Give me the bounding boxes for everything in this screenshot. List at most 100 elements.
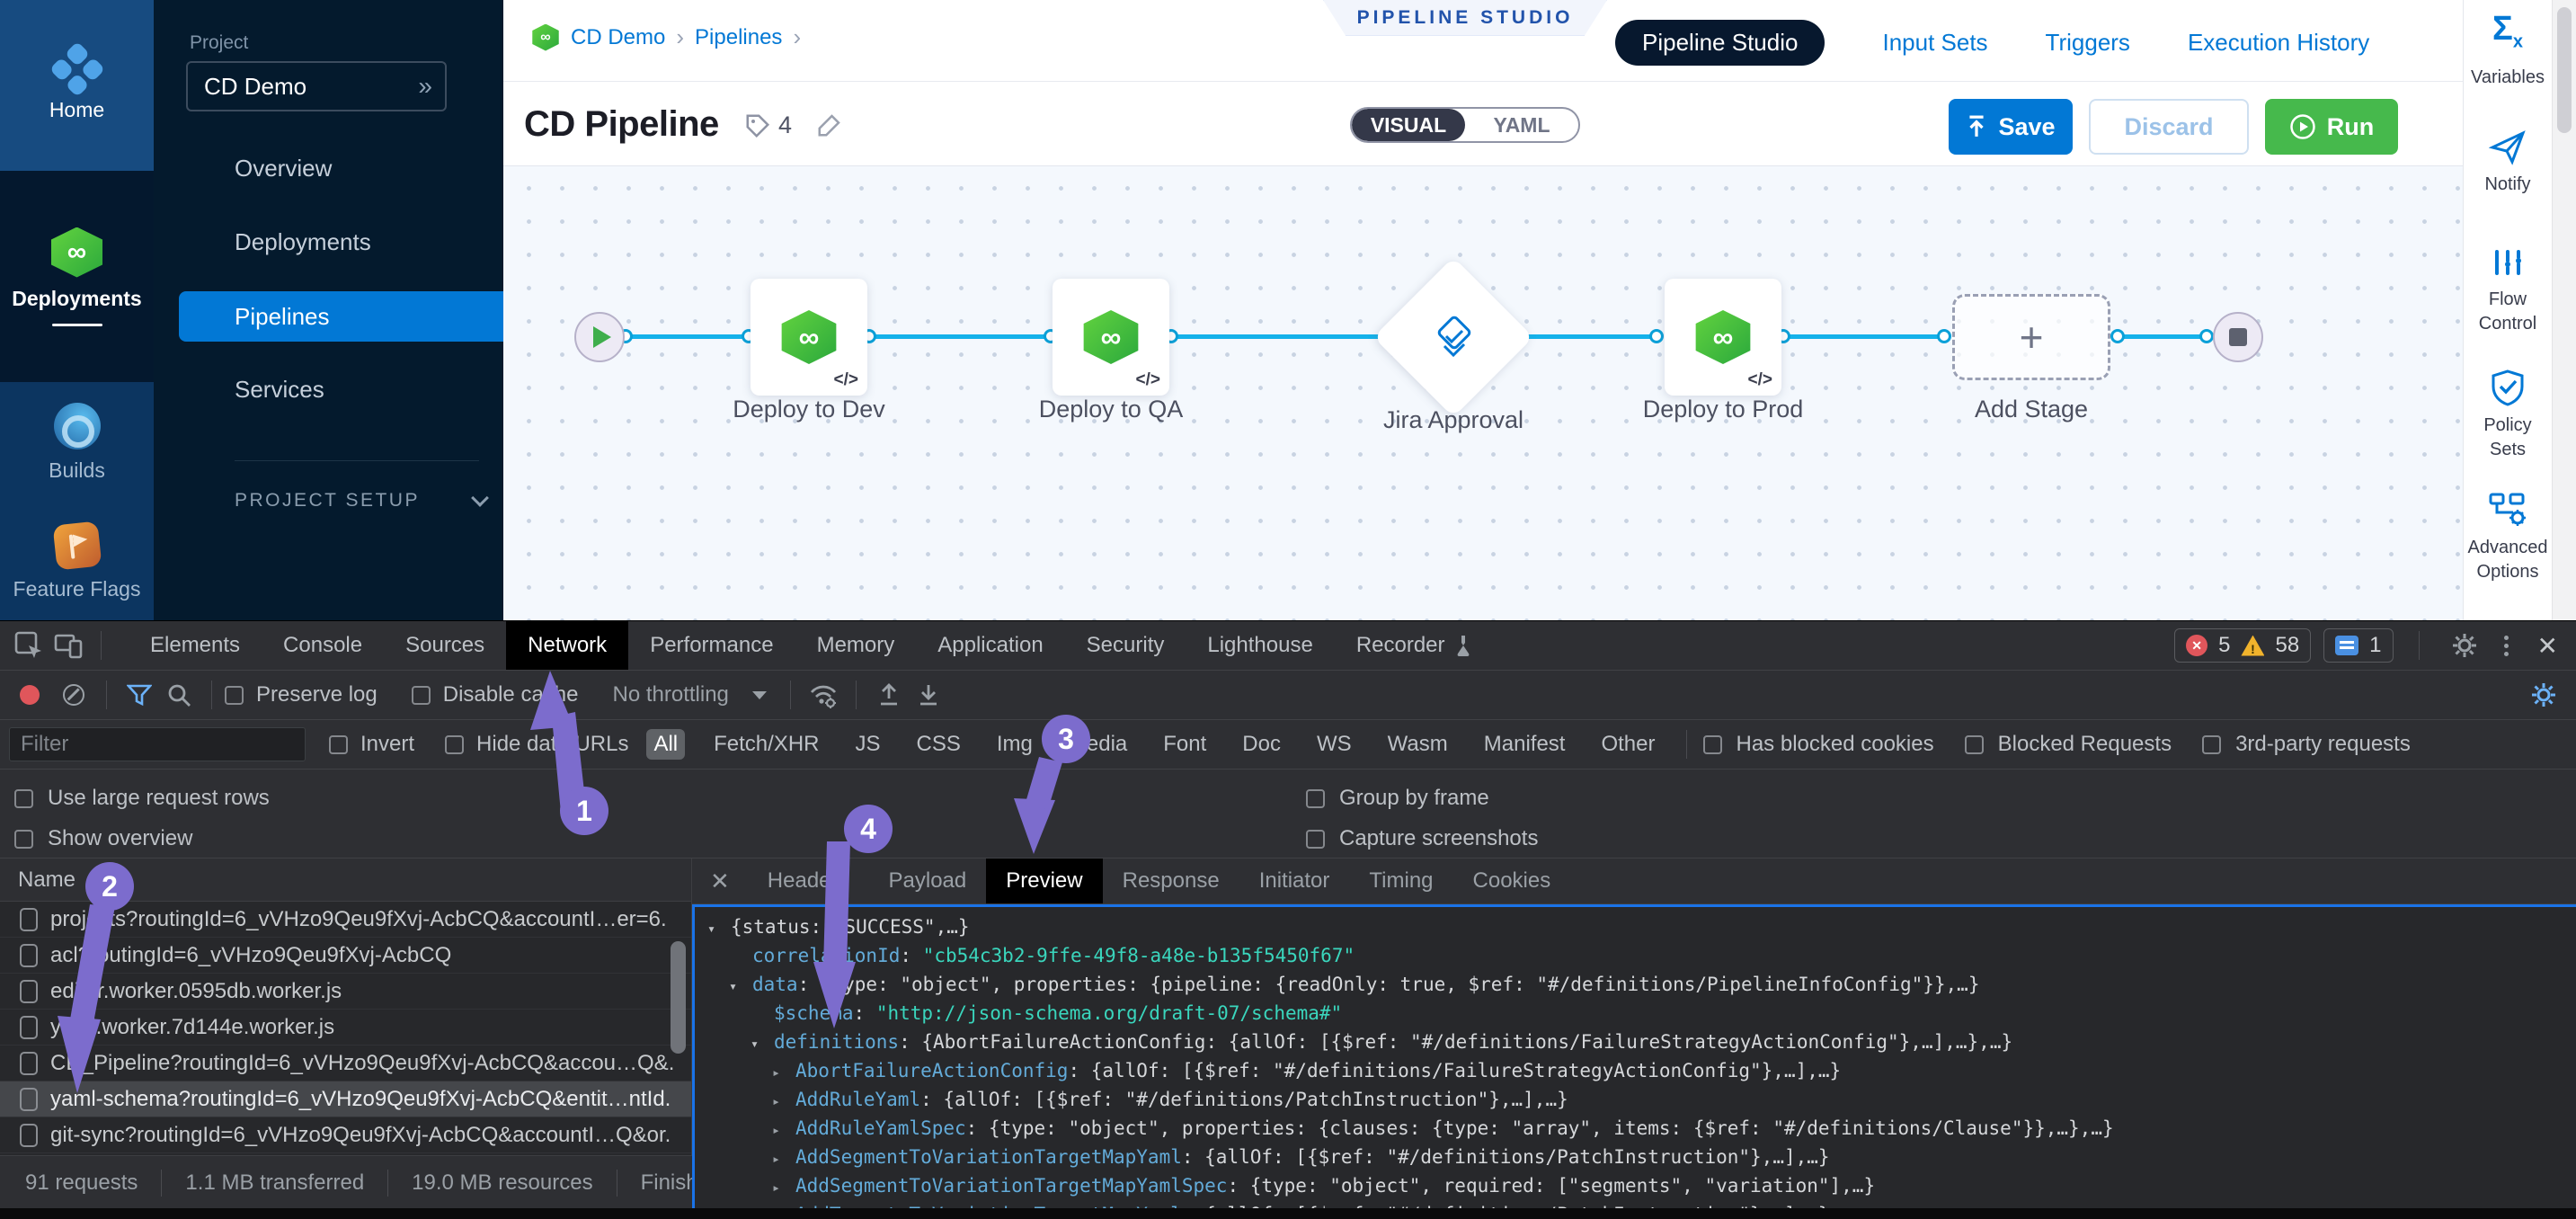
details-tab-headers[interactable]: Headers [748,859,869,903]
filter-chip-css[interactable]: CSS [910,729,968,760]
preserve-log-checkbox[interactable] [225,686,244,705]
filter-toggle-has-blocked-cookies[interactable]: Has blocked cookies [1703,732,1934,757]
scrollbar-thumb[interactable] [2557,7,2572,133]
pipeline-end-node[interactable] [2213,312,2263,362]
request-row[interactable]: CD_Pipeline?routingId=6_vVHzo9Qeu9fXvj-A… [0,1045,691,1081]
json-preview-line[interactable]: ▾{status: "SUCCESS",…} [695,912,2576,941]
flow-control-button[interactable]: Flow Control [2464,245,2552,336]
expand-project-icon[interactable]: » [418,72,429,101]
json-preview-line[interactable]: ▸AbortFailureActionConfig: {allOf: [{$re… [695,1056,2576,1085]
header-tab-execution-history[interactable]: Execution History [2188,29,2369,57]
details-tab-initiator[interactable]: Initiator [1239,859,1350,903]
toggle-visual[interactable]: VISUAL [1352,109,1465,141]
inspect-element-icon[interactable] [9,626,49,665]
policy-sets-button[interactable]: Policy Sets [2464,369,2552,462]
details-tab-payload[interactable]: Payload [869,859,987,903]
notify-button[interactable]: Notify [2464,128,2552,197]
clear-network-log-icon[interactable] [63,684,84,706]
request-row[interactable]: yaml.worker.7d144e.worker.js [0,1010,691,1045]
sidebar-item-builds[interactable]: Builds [0,382,154,503]
header-tab-triggers[interactable]: Triggers [2046,29,2130,57]
project-selector[interactable]: CD Demo » [186,61,447,111]
filter-chip-doc[interactable]: Doc [1235,729,1288,760]
throttling-select[interactable]: No throttling [612,682,728,707]
filter-chip-wasm[interactable]: Wasm [1381,729,1455,760]
devtools-tab-console[interactable]: Console [262,621,384,670]
expand-open-icon[interactable]: ▾ [751,1029,774,1058]
filter-chip-ws[interactable]: WS [1310,729,1359,760]
device-toolbar-icon[interactable] [49,626,88,665]
devtools-tab-network[interactable]: Network [506,621,628,670]
discard-button[interactable]: Discard [2089,99,2249,155]
request-row[interactable]: editor.worker.0595db.worker.js [0,974,691,1010]
request-row[interactable]: git-sync?routingId=6_vVHzo9Qeu9fXvj-AcbC… [0,1117,691,1153]
sidebar-item-home[interactable]: Home [0,0,154,171]
use-large-rows-option[interactable]: Use large request rows [14,786,270,811]
json-preview-line[interactable]: ▾definitions: {AbortFailureActionConfig:… [695,1028,2576,1056]
filter-input[interactable] [9,727,306,761]
devtools-tab-performance[interactable]: Performance [628,621,795,670]
expand-closed-icon[interactable]: ▸ [772,1116,795,1144]
run-button[interactable]: Run [2265,99,2398,155]
console-errors-warnings-badge[interactable]: ✕ 5 ! 58 [2174,628,2311,663]
devtools-tab-security[interactable]: Security [1065,621,1186,670]
filter-chip-js[interactable]: JS [848,729,888,760]
json-preview-line[interactable]: ▸AddRuleYaml: {allOf: [{$ref: "#/definit… [695,1085,2576,1114]
filter-toggle-3rd-party-requests[interactable]: 3rd-party requests [2202,732,2411,757]
json-preview-line[interactable]: $schema: "http://json-schema.org/draft-0… [695,999,2576,1028]
json-preview-line[interactable]: ▾data: {type: "object", properties: {pip… [695,970,2576,999]
request-list-scrollbar[interactable] [671,941,686,1054]
nav-item-deployments[interactable]: Deployments [235,228,371,256]
close-details-icon[interactable]: ✕ [692,859,748,903]
expand-closed-icon[interactable]: ▸ [772,1058,795,1087]
throttling-caret-icon[interactable] [752,691,767,699]
filter-funnel-icon[interactable] [120,675,159,715]
expand-open-icon[interactable]: ▾ [729,972,752,1001]
record-network-log-button[interactable] [20,685,40,705]
details-tab-cookies[interactable]: Cookies [1453,859,1571,903]
filter-chip-other[interactable]: Other [1594,729,1662,760]
nav-item-overview[interactable]: Overview [235,155,332,182]
devtools-tab-elements[interactable]: Elements [129,621,262,670]
breadcrumb-project[interactable]: CD Demo [571,25,665,50]
network-settings-gear-icon[interactable] [2524,675,2563,715]
filter-chip-font[interactable]: Font [1156,729,1213,760]
devtools-tab-lighthouse[interactable]: Lighthouse [1186,621,1334,670]
breadcrumb-pipelines[interactable]: Pipelines [695,25,782,50]
request-row[interactable]: yaml-schema?routingId=6_vVHzo9Qeu9fXvj-A… [0,1081,691,1117]
devtools-tab-sources[interactable]: Sources [384,621,506,670]
toggle-yaml[interactable]: YAML [1465,109,1578,141]
devtools-tab-memory[interactable]: Memory [795,621,917,670]
devtools-tab-application[interactable]: Application [916,621,1064,670]
show-overview-option[interactable]: Show overview [14,826,192,851]
search-icon[interactable] [159,675,199,715]
header-tab-pipeline-studio[interactable]: Pipeline Studio [1615,20,1825,66]
disable-cache-checkbox[interactable] [412,686,431,705]
sidebar-item-feature-flags[interactable]: Feature Flags [0,503,154,620]
details-tab-preview[interactable]: Preview [986,859,1102,903]
expand-closed-icon[interactable]: ▸ [772,1087,795,1116]
json-preview-line[interactable]: correlationId: "cb54c3b2-9ffe-49f8-a48e-… [695,941,2576,970]
export-har-icon[interactable] [909,675,948,715]
import-har-icon[interactable] [869,675,909,715]
stage-deploy-to-dev[interactable]: ∞ </> [751,279,867,396]
save-button[interactable]: Save [1949,99,2073,155]
issues-badge[interactable]: 1 [2323,628,2393,663]
json-preview-line[interactable]: ▸AddRuleYamlSpec: {type: "object", prope… [695,1114,2576,1143]
json-preview-line[interactable]: ▸AddSegmentToVariationTargetMapYaml: {al… [695,1143,2576,1171]
details-tab-response[interactable]: Response [1103,859,1239,903]
expand-open-icon[interactable]: ▾ [707,914,731,943]
nav-item-pipelines[interactable]: Pipelines [179,291,503,342]
tags-count[interactable]: 4 [744,111,792,139]
variables-button[interactable]: Σx Variables [2464,13,2552,90]
stage-deploy-to-prod[interactable]: ∞ </> [1665,279,1781,396]
capture-screenshots-option[interactable]: Capture screenshots [1306,826,1538,851]
hide-data-urls-checkbox[interactable] [445,735,464,754]
advanced-options-button[interactable]: Advanced Options [2464,491,2552,584]
project-setup-toggle[interactable]: PROJECT SETUP [235,490,486,512]
filter-chip-manifest[interactable]: Manifest [1477,729,1573,760]
pipeline-start-node[interactable] [574,312,625,362]
group-by-frame-option[interactable]: Group by frame [1306,786,1489,811]
request-row[interactable]: acl?routingId=6_vVHzo9Qeu9fXvj-AcbCQ [0,938,691,974]
visual-yaml-toggle[interactable]: VISUAL YAML [1350,107,1580,143]
